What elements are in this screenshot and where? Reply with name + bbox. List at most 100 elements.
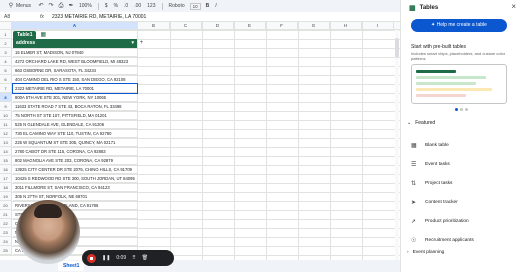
template-label: Event tasks: [425, 162, 450, 167]
table-cell[interactable]: 75 NORTH ST STE 107, PITTSFIELD, MA 0120…: [13, 111, 137, 120]
template-content-tracker[interactable]: ➤ Content tracker: [411, 193, 511, 212]
row-header[interactable]: 21: [0, 210, 11, 219]
row-header[interactable]: 8: [0, 93, 11, 102]
column-header[interactable]: H: [330, 22, 362, 29]
table-cell[interactable]: 4272 ORCHARD LAKE RD, WEST BLOOMFIELD, M…: [13, 57, 137, 66]
table-name-chip[interactable]: Table1 ▦: [13, 30, 136, 39]
currency-button[interactable]: $: [105, 3, 108, 9]
font-select[interactable]: Roboto: [169, 3, 185, 9]
row-header[interactable]: 17: [0, 174, 11, 183]
table-cell[interactable]: 730 EL CAMINO WAY STE 110, TUSTIN, CA 92…: [13, 129, 137, 138]
decrease-decimal-button[interactable]: .0: [124, 3, 128, 9]
undo-icon[interactable]: ↶: [36, 0, 46, 12]
row-header[interactable]: 20: [0, 201, 11, 210]
row-header[interactable]: 14: [0, 147, 11, 156]
chevron-down-icon[interactable]: ▾: [131, 39, 134, 48]
table-name[interactable]: Table1: [13, 30, 37, 39]
percent-button[interactable]: %: [114, 3, 118, 9]
row-header[interactable]: 19: [0, 192, 11, 201]
close-icon[interactable]: ×: [511, 2, 516, 11]
row-header[interactable]: 11: [0, 120, 11, 129]
select-all-corner[interactable]: [0, 22, 12, 29]
featured-section-toggle[interactable]: ⌄ Featured: [407, 120, 435, 126]
row-header[interactable]: 24: [0, 237, 11, 246]
font-size-input[interactable]: 10: [189, 2, 201, 10]
menus-search[interactable]: ⚲ Menus: [6, 0, 36, 12]
column-header[interactable]: C: [170, 22, 202, 29]
table-cell[interactable]: 10425 S REDWOOD RD STE 300, SOUTH JORDAN…: [13, 174, 137, 183]
sheet-tab[interactable]: Sheet1: [58, 261, 85, 271]
help-me-create-table-button[interactable]: ✦ Help me create a table: [411, 19, 507, 32]
table-cell[interactable]: 13925 CITY CENTER DR STE 2075, CHINO HIL…: [13, 165, 137, 174]
row-header[interactable]: 9: [0, 102, 11, 111]
template-project-tasks[interactable]: ⇅ Project tasks: [411, 174, 511, 193]
divider: [161, 2, 163, 10]
webcam-overlay[interactable]: [16, 200, 80, 264]
table-cell[interactable]: 404 CAMINO DEL RIO S STE 150, SAN DIEGO,…: [13, 75, 137, 84]
row-header[interactable]: 6: [0, 75, 11, 84]
table-header-cell[interactable]: address ▾: [13, 39, 137, 48]
table-cell[interactable]: 305 N 27TH ST, NORFOLK, NE 68701: [13, 192, 137, 201]
table-column-name: address: [16, 40, 36, 46]
event-planning-section-toggle[interactable]: › Event planning: [407, 250, 444, 255]
delete-icon[interactable]: 🗑: [142, 255, 148, 261]
table-cell[interactable]: 225 W SQUANTUM ST STE 305, QUINCY, MA 02…: [13, 138, 137, 147]
column-header[interactable]: B: [138, 22, 170, 29]
row-header[interactable]: 12: [0, 129, 11, 138]
redo-icon[interactable]: ↷: [46, 0, 56, 12]
event-planning-label: Event planning: [412, 250, 445, 255]
table-cell[interactable]: 11633 STATE ROAD 7 STE 43, BOCA RATON, F…: [13, 102, 137, 111]
row-header[interactable]: 1: [0, 30, 11, 39]
increase-decimal-button[interactable]: .00: [134, 3, 141, 9]
pause-icon[interactable]: ❚❚: [102, 255, 110, 261]
row-header[interactable]: 23: [0, 228, 11, 237]
name-box[interactable]: A8: [0, 14, 40, 20]
print-icon[interactable]: ⎙: [56, 0, 66, 12]
template-blank-table[interactable]: ▦ Blank table: [411, 136, 511, 155]
row-header[interactable]: 10: [0, 111, 11, 120]
column-header[interactable]: I: [362, 22, 394, 29]
number-format-button[interactable]: 123: [147, 3, 155, 9]
table-cell[interactable]: 663 OSBORNE DR, SARASOTA, FL 34234: [13, 66, 137, 75]
row-header[interactable]: 18: [0, 183, 11, 192]
formula-input[interactable]: 2323 METAIRIE RD, METAIRIE, LA 70001: [52, 14, 146, 20]
template-preview[interactable]: [411, 64, 507, 104]
paint-format-icon[interactable]: ✒: [66, 0, 76, 12]
table-cell[interactable]: 3011 FILLMORE ST, SAN FRANCISCO, CA 9412…: [13, 183, 137, 192]
row-header[interactable]: 5: [0, 66, 11, 75]
row-header[interactable]: 2: [0, 39, 11, 48]
column-header[interactable]: G: [298, 22, 330, 29]
template-event-tasks[interactable]: ☰ Event tasks: [411, 155, 511, 174]
template-recruitment-applicants[interactable]: ☉ Recruitment applicants: [411, 231, 511, 250]
row-header[interactable]: 15: [0, 156, 11, 165]
row-header[interactable]: 3: [0, 48, 11, 57]
stop-recording-button[interactable]: [87, 253, 96, 263]
table-cell[interactable]: 800A 5TH AVE STE 301, NEW YORK, NY 10065: [13, 93, 137, 102]
row-header[interactable]: 22: [0, 219, 11, 228]
table-icon[interactable]: ▦: [40, 31, 46, 38]
italic-button[interactable]: I: [215, 3, 216, 9]
zoom-select[interactable]: 100%: [79, 3, 92, 9]
row-header[interactable]: 4: [0, 57, 11, 66]
template-label: Project tasks: [425, 181, 453, 186]
drag-handle-icon[interactable]: ⠿: [132, 255, 136, 261]
template-product-prioritization[interactable]: ➚ Product prioritization: [411, 212, 511, 231]
row-header[interactable]: 16: [0, 165, 11, 174]
vertical-scrollbar[interactable]: [395, 30, 399, 260]
scroll-thumb[interactable]: [395, 38, 399, 58]
table-cell[interactable]: 2323 METAIRIE RD, METAIRIE, LA 70001: [12, 83, 138, 94]
column-header[interactable]: D: [202, 22, 234, 29]
column-header[interactable]: F: [266, 22, 298, 29]
table-cell[interactable]: 15 ELMER ST, MADISON, NJ 07940: [13, 48, 137, 57]
table-cell[interactable]: 2780 CABOT DR STE 115, CORONA, CA 92883: [13, 147, 137, 156]
column-header[interactable]: A: [12, 22, 138, 29]
row-header[interactable]: 7: [0, 84, 11, 93]
table-cell[interactable]: 802 MAGNOLIA AVE STE 203, CORONA, CA 928…: [13, 156, 137, 165]
add-column-button[interactable]: +: [138, 39, 145, 48]
column-header[interactable]: E: [234, 22, 266, 29]
table-cell[interactable]: 525 N GLENDALE AVE, GLENDALE, CA 91206: [13, 120, 137, 129]
row-header[interactable]: 25: [0, 246, 11, 255]
row-header[interactable]: 13: [0, 138, 11, 147]
carousel-dots[interactable]: [455, 108, 468, 111]
bold-button[interactable]: B: [206, 3, 210, 9]
